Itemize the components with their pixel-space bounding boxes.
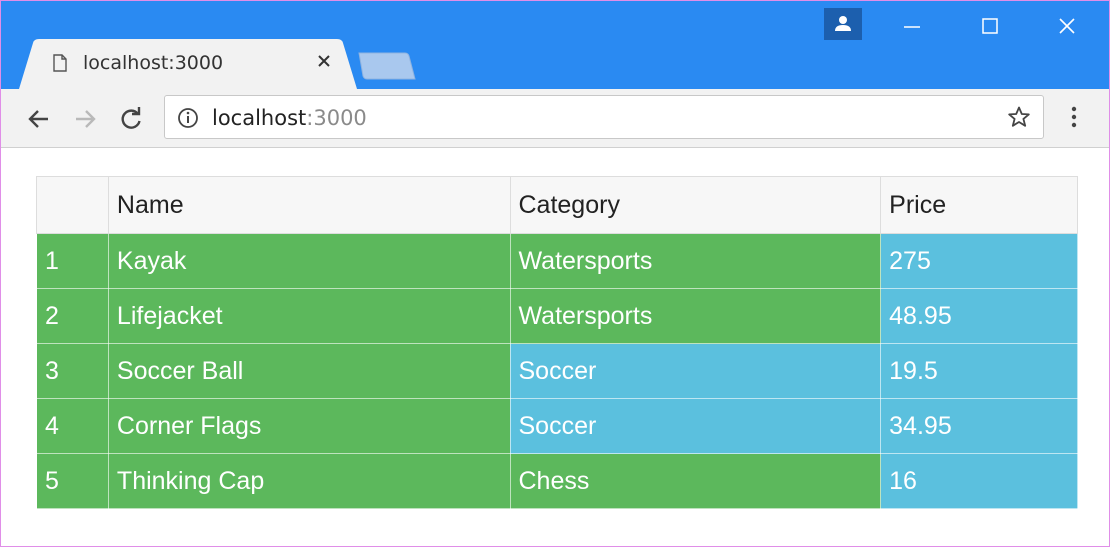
product-price: 275 (880, 233, 1078, 289)
product-name: Lifejacket (107, 288, 511, 344)
page-icon (53, 54, 67, 72)
product-category: Watersports (509, 288, 882, 344)
new-tab-button[interactable] (357, 51, 417, 81)
product-price: 16 (880, 453, 1078, 509)
minimize-icon[interactable] (894, 11, 930, 41)
header-category: Category (509, 176, 882, 234)
tab-title: localhost:3000 (83, 52, 224, 74)
row-number: 5 (36, 453, 109, 509)
product-category: Soccer (509, 343, 882, 399)
browser-toolbar: localhost:3000 (1, 89, 1109, 148)
bookmark-star-icon[interactable] (1007, 105, 1031, 129)
table-header-row: Name Category Price (36, 176, 1078, 234)
menu-dots-icon[interactable] (1067, 103, 1081, 131)
browser-window: localhost:3000 localhost:3000 Name Categ… (0, 0, 1110, 547)
back-arrow-icon[interactable] (25, 105, 53, 133)
product-category: Watersports (509, 233, 882, 289)
product-name: Corner Flags (107, 398, 511, 454)
url-text: localhost:3000 (212, 106, 367, 130)
close-tab-icon[interactable] (315, 52, 333, 70)
row-number: 3 (36, 343, 109, 399)
table-row: 4 Corner Flags Soccer 34.95 (36, 398, 1078, 454)
product-category: Chess (509, 453, 882, 509)
header-name: Name (107, 176, 511, 234)
forward-arrow-icon[interactable] (71, 105, 99, 133)
tab-active[interactable]: localhost:3000 (19, 39, 359, 89)
url-host: localhost (212, 106, 307, 130)
address-bar[interactable]: localhost:3000 (164, 95, 1044, 139)
product-category: Soccer (509, 398, 882, 454)
profile-button[interactable] (824, 8, 862, 40)
row-number: 1 (36, 233, 109, 289)
product-price: 48.95 (880, 288, 1078, 344)
header-price: Price (880, 176, 1078, 234)
info-icon[interactable] (177, 107, 199, 129)
row-number: 2 (36, 288, 109, 344)
product-name: Thinking Cap (107, 453, 511, 509)
product-price: 19.5 (880, 343, 1078, 399)
product-price: 34.95 (880, 398, 1078, 454)
product-name: Soccer Ball (107, 343, 511, 399)
title-bar: localhost:3000 (1, 1, 1109, 89)
row-number: 4 (36, 398, 109, 454)
close-window-icon[interactable] (1049, 11, 1085, 41)
table-row: 1 Kayak Watersports 275 (36, 233, 1078, 289)
table-row: 5 Thinking Cap Chess 16 (36, 453, 1078, 509)
maximize-icon[interactable] (972, 11, 1008, 41)
header-number (36, 176, 109, 234)
reload-icon[interactable] (117, 105, 145, 133)
page-content: Name Category Price 1 Kayak Watersports … (1, 148, 1109, 546)
url-port: :3000 (306, 106, 367, 130)
table-row: 3 Soccer Ball Soccer 19.5 (36, 343, 1078, 399)
person-icon (835, 16, 851, 31)
product-name: Kayak (107, 233, 511, 289)
table-row: 2 Lifejacket Watersports 48.95 (36, 288, 1078, 344)
products-table: Name Category Price 1 Kayak Watersports … (36, 176, 1078, 509)
